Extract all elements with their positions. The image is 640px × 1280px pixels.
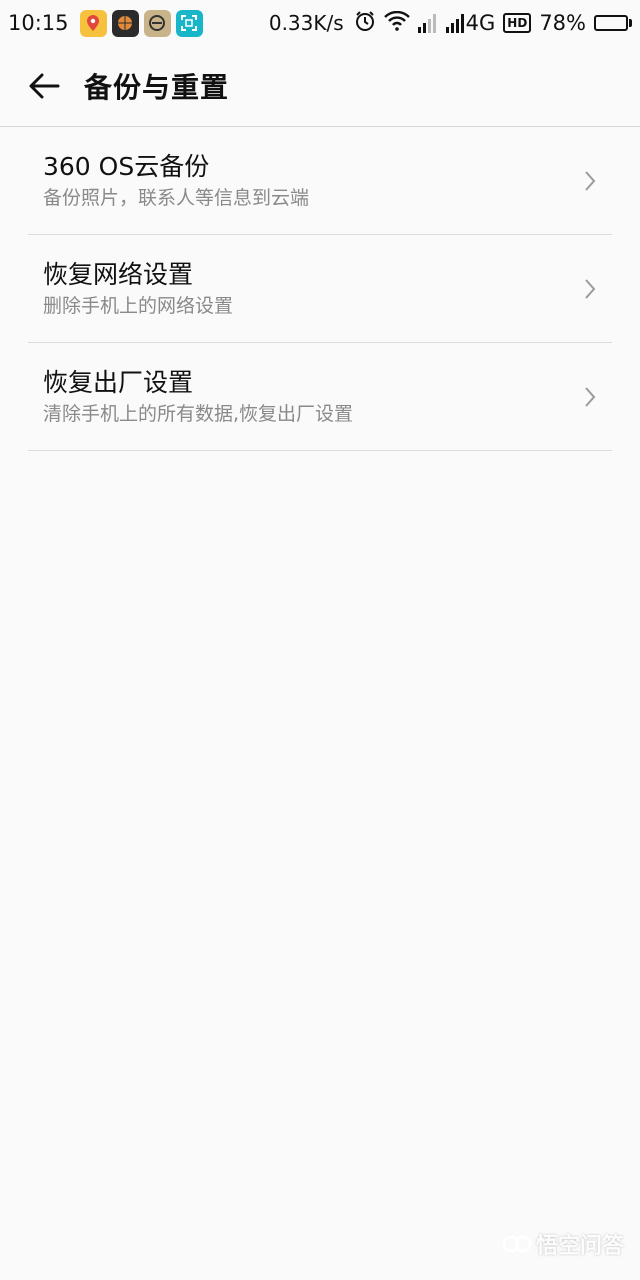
wifi-icon [383, 10, 410, 36]
signal-icon-sim2 [445, 13, 466, 33]
status-right: 0.33K/s 4G HD 78% [261, 0, 632, 46]
back-arrow-icon [29, 73, 60, 99]
battery-icon [594, 15, 632, 31]
signal-icon-sim1 [417, 13, 438, 33]
browser-app-icon [143, 9, 171, 37]
status-time: 10:15 [8, 11, 69, 35]
scan-app-icon [175, 9, 203, 37]
back-button[interactable] [22, 64, 66, 108]
list-item-subtitle: 删除手机上的网络设置 [43, 294, 234, 317]
wukong-logo-icon [502, 1235, 532, 1253]
status-bar: 10:15 0.33K/s 4G HD 78% [0, 0, 640, 46]
list-item-title: 恢复网络设置 [43, 259, 194, 289]
chevron-right-icon [585, 386, 596, 407]
chevron-right-icon [585, 170, 596, 191]
list-item-subtitle: 清除手机上的所有数据,恢复出厂设置 [43, 402, 354, 425]
page-title: 备份与重置 [84, 71, 230, 104]
battery-percent: 78% [539, 11, 586, 35]
title-bar: 备份与重置 [0, 46, 640, 127]
list-item-subtitle: 备份照片，联系人等信息到云端 [43, 186, 310, 209]
list-item-cloud-backup[interactable]: 360 OS云备份 备份照片，联系人等信息到云端 [28, 127, 612, 235]
maps-icon [79, 9, 107, 37]
alarm-icon [354, 10, 376, 37]
watermark-text: 悟空问答 [535, 1234, 624, 1259]
settings-list: 360 OS云备份 备份照片，联系人等信息到云端 恢复网络设置 删除手机上的网络… [28, 127, 612, 451]
chevron-right-icon [585, 278, 596, 299]
list-item-factory-reset[interactable]: 恢复出厂设置 清除手机上的所有数据,恢复出厂设置 [28, 343, 612, 451]
basketball-app-icon [111, 9, 139, 37]
list-item-title: 恢复出厂设置 [43, 367, 194, 397]
network-type: 4G [465, 11, 496, 35]
list-item-title: 360 OS云备份 [43, 151, 210, 181]
net-speed: 0.33K/s [268, 11, 344, 35]
status-left: 10:15 [0, 9, 203, 37]
hd-badge: HD [503, 13, 532, 33]
watermark: 悟空问答 [502, 1228, 624, 1260]
list-item-reset-network[interactable]: 恢复网络设置 删除手机上的网络设置 [28, 235, 612, 343]
